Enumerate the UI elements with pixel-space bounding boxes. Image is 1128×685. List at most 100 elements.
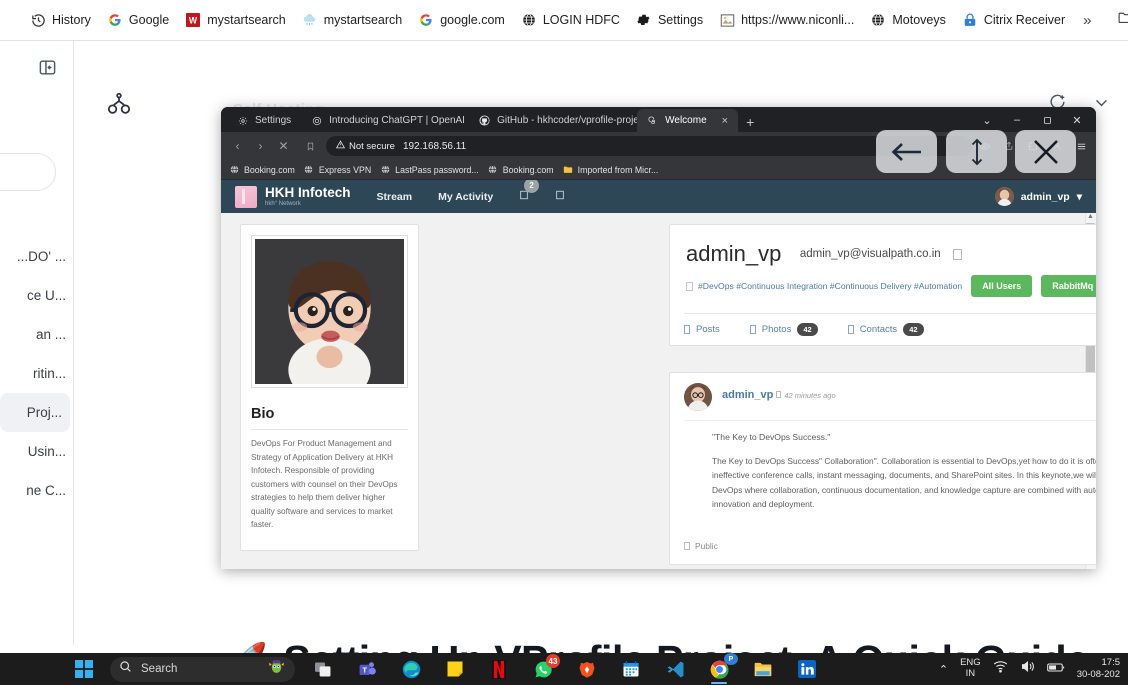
language-indicator[interactable]: ENG IN [960, 657, 981, 680]
bookmarks-overflow-button[interactable]: » [1073, 8, 1101, 33]
mail-icon[interactable]: 2 [519, 180, 540, 204]
bookmark-mystartsearch-rain[interactable]: mystartsearch [294, 8, 411, 32]
tab-contacts[interactable]: Contacts 42 [847, 323, 924, 336]
bookmark-label: History [52, 13, 91, 27]
list-item[interactable]: ...DO' ... [0, 237, 74, 276]
tray-expand-icon[interactable]: ⌃ [939, 663, 948, 676]
window-collapse-button[interactable]: ⌄ [972, 109, 1002, 131]
task-view-icon[interactable] [301, 653, 345, 685]
bookmark-lastpass[interactable]: LastPass password... [380, 165, 488, 175]
divider [251, 429, 408, 430]
spiral-icon [647, 115, 658, 126]
bookmark-imported-folder[interactable]: Imported from Micr... [563, 165, 668, 175]
vscode-icon[interactable] [653, 653, 697, 685]
brand-subtitle: hkh° Network [265, 201, 301, 208]
brand-name: HKH Infotech [265, 184, 351, 200]
window-maximize-button[interactable] [1032, 109, 1062, 131]
user-menu[interactable]: admin_vp ▾ [994, 187, 1082, 206]
clock[interactable]: 17:5 30-08-202 [1077, 657, 1120, 681]
rain-icon [302, 12, 318, 28]
new-tab-button[interactable]: + [738, 114, 762, 132]
tab-label: Welcome [665, 115, 707, 126]
folder-icon[interactable] [1117, 9, 1128, 31]
file-explorer-icon[interactable] [741, 653, 785, 685]
browser-tab-welcome[interactable]: Welcome × [637, 109, 739, 132]
back-button[interactable]: ‹ [227, 136, 248, 157]
post-author[interactable]: admin_vp [722, 389, 773, 401]
bookmark-history[interactable]: History [22, 8, 99, 32]
profile-tabs: Posts Photos 42 Contacts 42 [670, 314, 1096, 345]
close-icon[interactable]: × [722, 115, 728, 127]
bookmark-label: LastPass password... [395, 164, 479, 175]
new-chat-button[interactable] [0, 153, 56, 191]
browser-tab-github[interactable]: GitHub - hkhcoder/vprofile-project [469, 109, 637, 132]
bookmark-motoveys[interactable]: Motoveys [862, 8, 954, 32]
sticky-notes-icon[interactable] [433, 653, 477, 685]
post-content: "The Key to DevOps Success." The Key to … [684, 421, 1096, 512]
bookmark-login-hdfc[interactable]: LOGIN HDFC [513, 8, 628, 32]
app-brand[interactable]: HKH Infotech hkh° Network [235, 184, 351, 208]
window-close-button[interactable]: ✕ [1062, 109, 1092, 131]
brand-logo-icon [235, 185, 257, 208]
profile-tags-row: #DevOps #Continuous Integration #Continu… [686, 275, 1096, 297]
windows-start-icon[interactable] [62, 653, 106, 685]
bookmark-express-vpn[interactable]: Express VPN [304, 165, 380, 175]
scroll-up-arrow[interactable]: ▲ [1086, 213, 1095, 223]
list-item-active[interactable]: Proj... [0, 393, 70, 432]
brave-icon[interactable] [565, 653, 609, 685]
globe-icon [304, 165, 314, 175]
browser-tab-chatgpt[interactable]: Introducing ChatGPT | OpenAI [301, 109, 469, 132]
bookmark-citrix-receiver[interactable]: Citrix Receiver [954, 8, 1073, 32]
window-minimize-button[interactable]: – [1002, 109, 1032, 131]
bookmark-mystartsearch-w[interactable]: W mystartsearch [177, 8, 294, 32]
bookmark-booking-2[interactable]: Booking.com [488, 165, 563, 175]
nav-link-stream[interactable]: Stream [377, 191, 413, 203]
volume-icon[interactable] [1020, 660, 1035, 678]
list-item[interactable]: ritin... [0, 354, 74, 393]
battery-icon[interactable] [1046, 660, 1065, 678]
lock-blue-icon [962, 12, 978, 28]
tab-posts[interactable]: Posts [684, 324, 720, 335]
bookmark-niconli[interactable]: https://www.niconli... [711, 8, 862, 32]
chrome-profile-badge: P [724, 653, 738, 665]
bookmark-google[interactable]: Google [99, 8, 177, 32]
rabbitmq-button[interactable]: RabbitMq [1041, 275, 1096, 297]
bookmark-icon[interactable] [300, 141, 320, 152]
user-name: admin_vp [1020, 190, 1070, 203]
list-item[interactable]: an ... [0, 315, 74, 354]
bell-icon[interactable] [555, 189, 565, 204]
tag-icon [686, 281, 693, 291]
chrome-icon[interactable]: P [697, 653, 741, 685]
list-item-label: ...DO' ... [16, 249, 66, 264]
tab-photos[interactable]: Photos 42 [749, 323, 818, 336]
whatsapp-icon[interactable]: 43 [521, 653, 565, 685]
security-indicator[interactable]: Not secure [335, 140, 395, 152]
bookmark-booking-1[interactable]: Booking.com [229, 165, 304, 175]
wifi-icon[interactable] [993, 660, 1008, 678]
edge-icon[interactable] [389, 653, 433, 685]
browser-tab-settings[interactable]: Settings [227, 109, 301, 132]
list-item[interactable]: Usin... [0, 432, 74, 471]
tab-label: Posts [696, 324, 720, 335]
bookmark-settings[interactable]: Settings [628, 8, 711, 32]
resize-vertical-overlay[interactable] [946, 130, 1007, 173]
bookmark-label: Motoveys [892, 13, 946, 27]
forward-button[interactable]: › [250, 136, 271, 157]
panel-collapse-icon[interactable] [38, 58, 58, 78]
netflix-icon[interactable] [477, 653, 521, 685]
calendar-icon[interactable] [609, 653, 653, 685]
search-input[interactable]: Search [110, 656, 295, 682]
back-arrow-overlay[interactable] [876, 130, 937, 173]
close-overlay[interactable] [1015, 130, 1076, 173]
teams-icon[interactable]: T [345, 653, 389, 685]
globe-icon [380, 165, 390, 175]
list-item[interactable]: ne C... [0, 471, 74, 510]
stop-button[interactable]: ✕ [273, 136, 294, 157]
nav-link-my-activity[interactable]: My Activity [438, 191, 493, 203]
profile-photo [255, 239, 404, 384]
bookmark-google-com[interactable]: google.com [410, 8, 513, 32]
linkedin-icon[interactable] [785, 653, 829, 685]
all-users-button[interactable]: All Users [971, 275, 1033, 297]
bookmark-label: Google [128, 13, 170, 27]
list-item[interactable]: ce U... [0, 276, 74, 315]
